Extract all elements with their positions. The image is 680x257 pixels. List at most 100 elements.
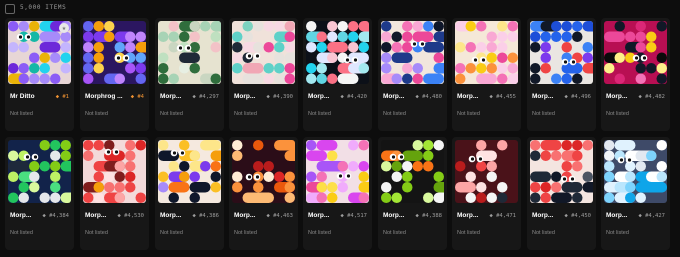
nft-card[interactable]: Morp... ◆ #4,496 Not listed xyxy=(527,18,596,131)
rank-value: #4,517 xyxy=(347,213,367,219)
nft-name: Morp... xyxy=(532,93,554,100)
nft-image[interactable] xyxy=(604,140,667,203)
morphrog-art xyxy=(83,140,146,203)
listing-status: Not listed xyxy=(85,230,108,236)
nft-image[interactable] xyxy=(306,21,369,84)
favorite-star-icon[interactable]: ★ xyxy=(59,23,69,33)
listing-status: Not listed xyxy=(383,111,406,117)
morphrog-art xyxy=(158,140,221,203)
listing-status: Not listed xyxy=(85,111,108,117)
nft-image[interactable] xyxy=(455,140,518,203)
nft-image[interactable] xyxy=(530,21,593,84)
morphrog-art xyxy=(381,21,444,84)
nft-name: Morp... xyxy=(606,93,628,100)
nft-image[interactable] xyxy=(604,21,667,84)
listing-status: Not listed xyxy=(532,111,555,117)
nft-image[interactable] xyxy=(381,140,444,203)
select-all-checkbox[interactable] xyxy=(5,4,15,14)
rank-value: #4 xyxy=(137,94,144,100)
nft-card[interactable]: Morp... ◆ #4,455 Not listed xyxy=(452,18,521,131)
listing-status: Not listed xyxy=(532,230,555,236)
nft-name: Morp... xyxy=(308,93,330,100)
nft-image[interactable] xyxy=(455,21,518,84)
nft-rank: ◆ #4,480 xyxy=(416,94,443,100)
nft-image[interactable] xyxy=(158,140,221,203)
nft-name: Morp... xyxy=(160,93,182,100)
nft-rank: ◆ #4,450 xyxy=(565,213,592,219)
nft-name: Morp... xyxy=(85,212,107,219)
nft-card[interactable]: Morp... ◆ #4,390 Not listed xyxy=(229,18,298,131)
rank-value: #4,384 xyxy=(49,213,69,219)
morphrog-art xyxy=(306,140,369,203)
nft-card[interactable]: Morp... ◆ #4,384 Not listed xyxy=(5,137,74,250)
nft-rank: ◆ #1 xyxy=(56,94,69,100)
rank-value: #4,482 xyxy=(645,94,665,100)
nft-rank: ◆ #4,463 xyxy=(267,213,294,219)
nft-card[interactable]: Morp... ◆ #4,463 Not listed xyxy=(229,137,298,250)
rank-value: #4,471 xyxy=(496,213,516,219)
listing-status: Not listed xyxy=(234,111,257,117)
morphrog-art xyxy=(604,140,667,203)
nft-image[interactable] xyxy=(83,140,146,203)
nft-rank: ◆ #4,496 xyxy=(565,94,592,100)
nft-name: Mr Ditto xyxy=(10,93,35,100)
rank-value: #4,480 xyxy=(422,94,442,100)
nft-image[interactable] xyxy=(8,140,71,203)
nft-card[interactable]: Morp... ◆ #4,386 Not listed xyxy=(155,137,224,250)
nft-name: Morp... xyxy=(606,212,628,219)
nft-card[interactable]: Morp... ◆ #4,450 Not listed xyxy=(527,137,596,250)
nft-card[interactable]: Morp... ◆ #4,420 Not listed xyxy=(303,18,372,131)
rank-value: #4,386 xyxy=(199,213,219,219)
nft-image[interactable] xyxy=(306,140,369,203)
morphrog-art xyxy=(158,21,221,84)
morphrog-art xyxy=(232,140,295,203)
listing-status: Not listed xyxy=(308,230,331,236)
nft-rank: ◆ #4,384 xyxy=(43,213,70,219)
nft-name: Morp... xyxy=(234,212,256,219)
nft-rank: ◆ #4,390 xyxy=(267,94,294,100)
listing-status: Not listed xyxy=(457,111,480,117)
nft-rank: ◆ #4,471 xyxy=(490,213,517,219)
nft-card[interactable]: Morp... ◆ #4,427 Not listed xyxy=(601,137,670,250)
nft-card[interactable]: Morp... ◆ #4,388 Not listed xyxy=(378,137,447,250)
nft-card[interactable]: Morp... ◆ #4,297 Not listed xyxy=(155,18,224,131)
morphrog-art xyxy=(306,21,369,84)
nft-card[interactable]: Morp... ◆ #4,530 Not listed xyxy=(80,137,149,250)
nft-name: Morp... xyxy=(160,212,182,219)
nft-card[interactable]: Morp... ◆ #4,482 Not listed xyxy=(601,18,670,131)
listing-status: Not listed xyxy=(606,111,629,117)
nft-image[interactable] xyxy=(232,21,295,84)
item-count: 5,000 ITEMS xyxy=(20,4,67,11)
rank-value: #4,427 xyxy=(645,213,665,219)
listing-status: Not listed xyxy=(160,111,183,117)
nft-image[interactable] xyxy=(158,21,221,84)
nft-card[interactable]: ★ Mr Ditto ◆ #1 Not listed xyxy=(5,18,74,131)
nft-name: Morp... xyxy=(383,93,405,100)
rank-value: #4,390 xyxy=(273,94,293,100)
morphrog-art xyxy=(455,140,518,203)
listing-status: Not listed xyxy=(10,230,33,236)
nft-rank: ◆ #4,420 xyxy=(341,94,368,100)
nft-image[interactable] xyxy=(381,21,444,84)
morphrog-art xyxy=(232,21,295,84)
morphrog-art xyxy=(530,21,593,84)
morphrog-art xyxy=(604,21,667,84)
nft-name: Morp... xyxy=(308,212,330,219)
rank-value: #4,496 xyxy=(571,94,591,100)
nft-name: Morp... xyxy=(10,212,32,219)
nft-image[interactable] xyxy=(232,140,295,203)
rank-value: #4,297 xyxy=(199,94,219,100)
nft-card[interactable]: Morp... ◆ #4,517 Not listed xyxy=(303,137,372,250)
morphrog-art xyxy=(455,21,518,84)
nft-card[interactable]: Morp... ◆ #4,471 Not listed xyxy=(452,137,521,250)
rank-value: #1 xyxy=(62,94,69,100)
nft-name: Morp... xyxy=(532,212,554,219)
nft-card[interactable]: Morp... ◆ #4,480 Not listed xyxy=(378,18,447,131)
nft-card[interactable]: Morphrog ... ◆ #4 Not listed xyxy=(80,18,149,131)
nft-image[interactable] xyxy=(530,140,593,203)
listing-status: Not listed xyxy=(234,230,257,236)
listing-status: Not listed xyxy=(457,230,480,236)
nft-image[interactable] xyxy=(83,21,146,84)
nft-rank: ◆ #4 xyxy=(131,94,144,100)
rank-value: #4,455 xyxy=(496,94,516,100)
